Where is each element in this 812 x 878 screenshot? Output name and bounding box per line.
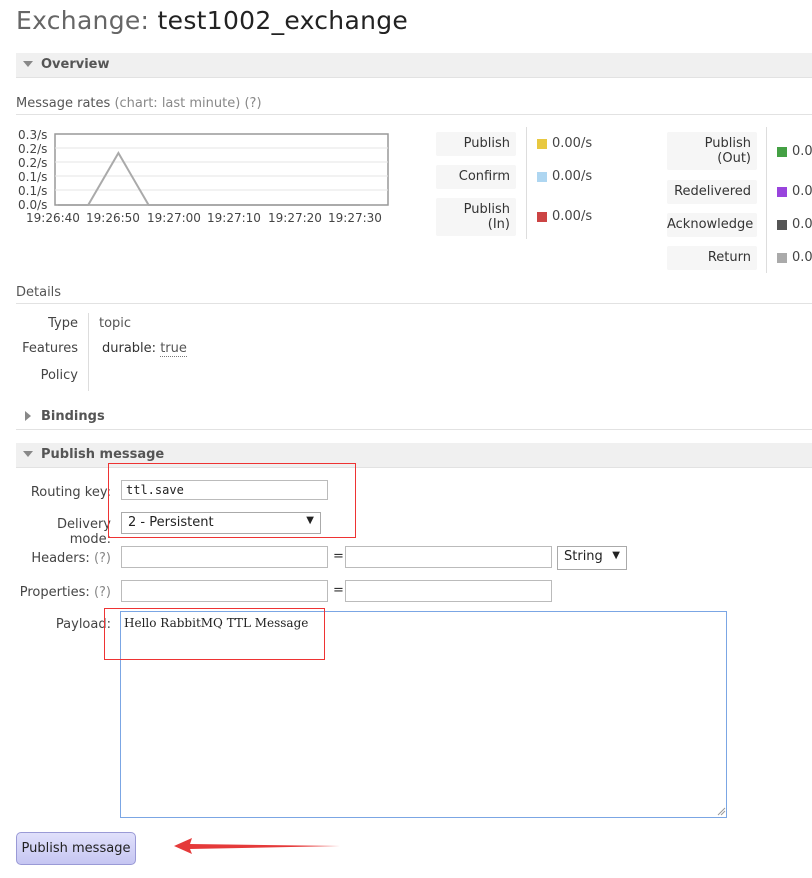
stat-redelivered-button[interactable]: Redelivered [667,180,757,204]
properties-label: Properties: (?) [19,585,111,600]
headers-help-icon[interactable]: (?) [94,551,111,566]
legend-swatch-publish [537,139,547,149]
bindings-label: Bindings [41,409,105,424]
routing-key-label: Routing key: [30,485,111,500]
stats-divider [766,127,767,273]
y-tick-label: 0.1/s [18,184,48,198]
overview-section-header[interactable]: Overview [16,53,812,78]
detail-features-label: Features [22,341,78,356]
chart-plot [54,133,389,206]
rate-confirm: 0.00/s [552,169,593,184]
equals-sign: = [333,583,344,598]
arrow-annotation-icon [174,838,340,854]
y-tick-label: 0.1/s [18,170,48,184]
detail-type-value: topic [99,316,132,331]
rate-publish: 0.00/s [552,136,593,151]
x-tick-label: 19:26:40 [26,211,80,225]
publish-message-button[interactable]: Publish message [16,832,136,865]
details-label: Details [16,285,62,300]
legend-swatch-redelivered [777,187,787,197]
detail-features-value: durable: true [102,341,187,357]
bindings-section-header[interactable]: Bindings [16,405,812,430]
message-rates-help-icon[interactable]: (?) [244,96,261,111]
legend-swatch-acknowledge [777,220,787,230]
equals-sign: = [333,549,344,564]
stat-confirm-button[interactable]: Confirm [436,165,516,189]
stats-divider [526,127,527,239]
stat-return-button[interactable]: Return [667,246,757,270]
overview-label: Overview [41,57,110,72]
legend-swatch-return [777,253,787,263]
highlight-box [104,608,325,660]
stat-publish-out-button[interactable]: Publish (Out) [667,132,757,170]
resize-handle-icon[interactable] [716,806,726,816]
y-tick-label: 0.3/s [18,128,48,142]
header-key-input[interactable] [121,546,328,568]
x-tick-label: 19:26:50 [86,211,140,225]
header-value-input[interactable] [345,546,552,568]
chart-frame [54,133,389,206]
page-title: Exchange: test1002_exchange [16,6,408,35]
x-tick-label: 19:27:10 [207,211,261,225]
property-value-input[interactable] [345,580,552,602]
dropdown-arrow-icon: ▼ [612,550,620,561]
highlight-box [108,463,356,538]
y-tick-label: 0.0/s [18,198,48,212]
x-tick-label: 19:27:00 [147,211,201,225]
rate-publish-out: 0.0 [792,144,812,159]
header-type-value: String [564,549,603,564]
stat-publish-button[interactable]: Publish [436,132,516,156]
exchange-name: test1002_exchange [157,6,409,35]
expand-icon [25,411,31,421]
publish-section-label: Publish message [41,447,165,462]
message-rates-note: (chart: last minute) [114,96,241,111]
x-tick-label: 19:27:30 [328,211,382,225]
rate-return: 0.0 [792,250,812,265]
y-tick-label: 0.2/s [18,156,48,170]
collapse-icon [23,61,33,67]
rate-redelivered: 0.0 [792,184,812,199]
property-key-input[interactable] [121,580,328,602]
stat-publish-in-button[interactable]: Publish (In) [436,198,516,236]
delivery-mode-label: Delivery mode: [57,517,111,547]
x-tick-label: 19:27:20 [268,211,322,225]
properties-help-icon[interactable]: (?) [94,585,111,600]
collapse-icon [23,451,33,457]
rate-acknowledge: 0.0 [792,217,812,232]
payload-label: Payload: [55,617,111,632]
feature-key: durable: [102,341,157,356]
legend-swatch-publish-out [777,147,787,157]
headers-label: Headers: (?) [31,551,111,566]
message-rates-label: Message rates [16,96,111,111]
legend-swatch-publish-in [537,212,547,222]
y-tick-label: 0.2/s [18,142,48,156]
rate-publish-in: 0.00/s [552,209,593,224]
legend-swatch-confirm [537,172,547,182]
page-title-prefix: Exchange: [16,6,150,35]
details-heading: Details [16,285,812,304]
stat-acknowledge-button[interactable]: Acknowledge [667,213,757,237]
message-rates-heading: Message rates (chart: last minute) (?) [16,96,812,115]
details-divider [88,313,89,391]
detail-type-label: Type [48,316,78,331]
header-type-select[interactable]: String ▼ [557,546,627,570]
feature-durable-value: true [160,341,187,357]
detail-policy-label: Policy [40,368,78,383]
